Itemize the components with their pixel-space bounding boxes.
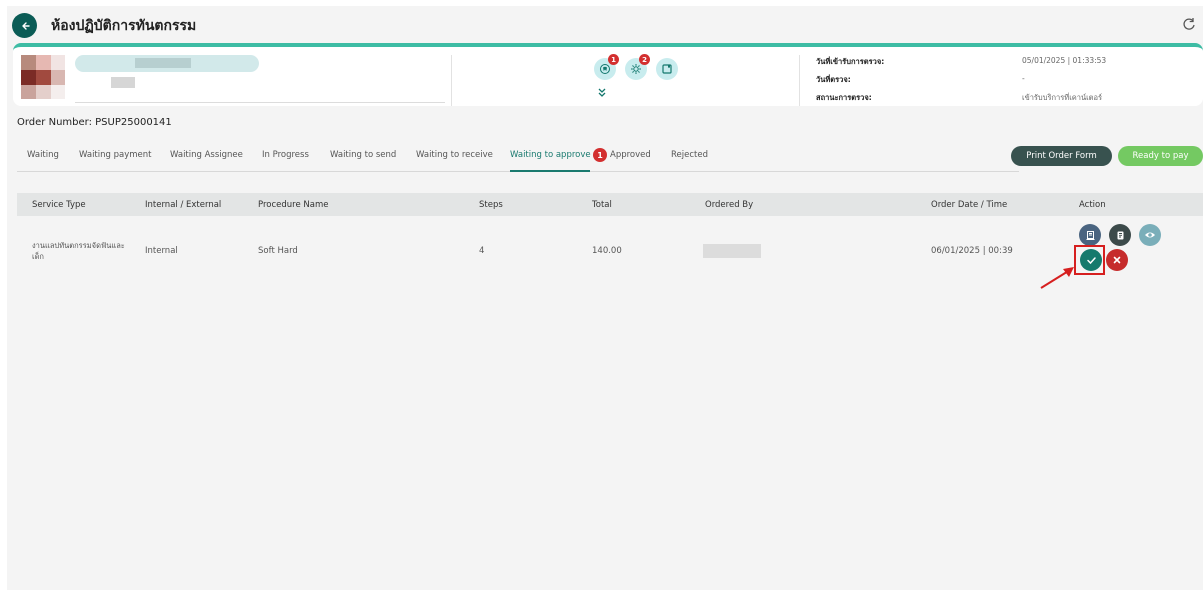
divider [799, 55, 800, 106]
column-header: Internal / External [145, 200, 222, 210]
patient-card: 1 2 วันที่เข้ารับการตรวจ: 05/01/2025 | 0… [13, 43, 1203, 106]
close-icon [1113, 256, 1121, 264]
visit-date-value: 05/01/2025 | 01:33:53 [1022, 56, 1107, 65]
active-tab-indicator [510, 170, 590, 172]
notification-badge: 2 [639, 54, 650, 65]
print-order-form-button[interactable]: Print Order Form [1011, 146, 1112, 166]
tab-waiting[interactable]: Waiting [27, 150, 59, 160]
tooth-icon [600, 64, 610, 74]
page-title: ห้องปฏิบัติการทันตกรรม [51, 18, 197, 34]
divider [75, 102, 445, 103]
steps-cell: 4 [479, 246, 485, 256]
service-type-cell: งานแลปทันตกรรมจัดฟันและ [32, 241, 125, 250]
tab-approved[interactable]: Approved [610, 150, 651, 160]
header: ห้องปฏิบัติการทันตกรรม [7, 6, 1203, 44]
tab-waiting-to-approve[interactable]: Waiting to approve [510, 150, 591, 160]
column-header: Procedure Name [258, 200, 329, 210]
patient-name-blur [135, 58, 191, 68]
column-header: Order Date / Time [931, 200, 1008, 210]
column-header: Ordered By [705, 200, 754, 210]
tab-in-progress[interactable]: In Progress [262, 150, 309, 160]
eye-icon [1145, 232, 1155, 238]
tab-rejected[interactable]: Rejected [671, 150, 708, 160]
annotation-arrow-icon [1040, 267, 1074, 289]
reject-button[interactable] [1106, 249, 1128, 271]
ordered-by-redacted [703, 244, 761, 258]
service-type-cell: เด็ก [32, 252, 44, 261]
column-header: Service Type [32, 200, 86, 210]
double-chevron-down-icon[interactable] [597, 87, 607, 99]
view-button[interactable] [1139, 224, 1161, 246]
divider [451, 55, 452, 106]
visit-date-label: วันที่เข้ารับการตรวจ: [816, 57, 885, 66]
patient-id-redacted [111, 77, 135, 88]
column-header: Total [592, 200, 612, 210]
back-arrow-icon [21, 21, 30, 30]
patient-avatar [21, 55, 65, 99]
status-tabs: Waiting Waiting payment Waiting Assignee… [17, 142, 1019, 172]
order-datetime-cell: 06/01/2025 | 00:39 [931, 246, 1013, 256]
highlight-box [1074, 245, 1105, 275]
note-button[interactable] [1109, 224, 1131, 246]
ready-to-pay-button[interactable]: Ready to pay [1118, 146, 1203, 166]
note-icon [1117, 231, 1123, 239]
tab-count-badge: 1 [593, 148, 607, 162]
exam-status-value: เข้ารับบริการที่เคาน์เตอร์ [1022, 93, 1103, 102]
notification-badge: 1 [608, 54, 619, 65]
procedure-name-cell: Soft Hard [258, 246, 298, 256]
tab-waiting-to-receive[interactable]: Waiting to receive [416, 150, 493, 160]
receipt-button[interactable] [1079, 224, 1101, 246]
receipt-icon [1086, 230, 1094, 240]
column-header: Steps [479, 200, 503, 210]
table-header: Service Type Internal / External Procedu… [17, 193, 1203, 216]
tab-waiting-assignee[interactable]: Waiting Assignee [170, 150, 243, 160]
tab-waiting-to-send[interactable]: Waiting to send [330, 150, 396, 160]
back-button[interactable] [12, 13, 37, 38]
table-row: งานแลปทันตกรรมจัดฟันและ เด็ก Internal So… [17, 221, 1203, 276]
tab-waiting-payment[interactable]: Waiting payment [79, 150, 151, 160]
total-cell: 140.00 [592, 246, 622, 256]
page: ห้องปฏิบัติการทันตกรรม 1 2 วันที่เข้ารับ… [7, 6, 1203, 590]
tooth-record-button[interactable]: 1 [594, 54, 619, 80]
order-number: Order Number: PSUP25000141 [17, 117, 172, 128]
document-button[interactable] [656, 58, 678, 80]
settings-button[interactable]: 2 [625, 54, 650, 80]
exam-status-label: สถานะการตรวจ: [816, 93, 872, 102]
refresh-icon[interactable] [1181, 16, 1197, 32]
exam-date-value: - [1022, 74, 1025, 83]
column-header: Action [1079, 200, 1106, 210]
exam-date-label: วันที่ตรวจ: [816, 75, 851, 84]
document-icon [662, 64, 672, 74]
gear-icon [631, 64, 641, 74]
internal-external-cell: Internal [145, 246, 178, 256]
